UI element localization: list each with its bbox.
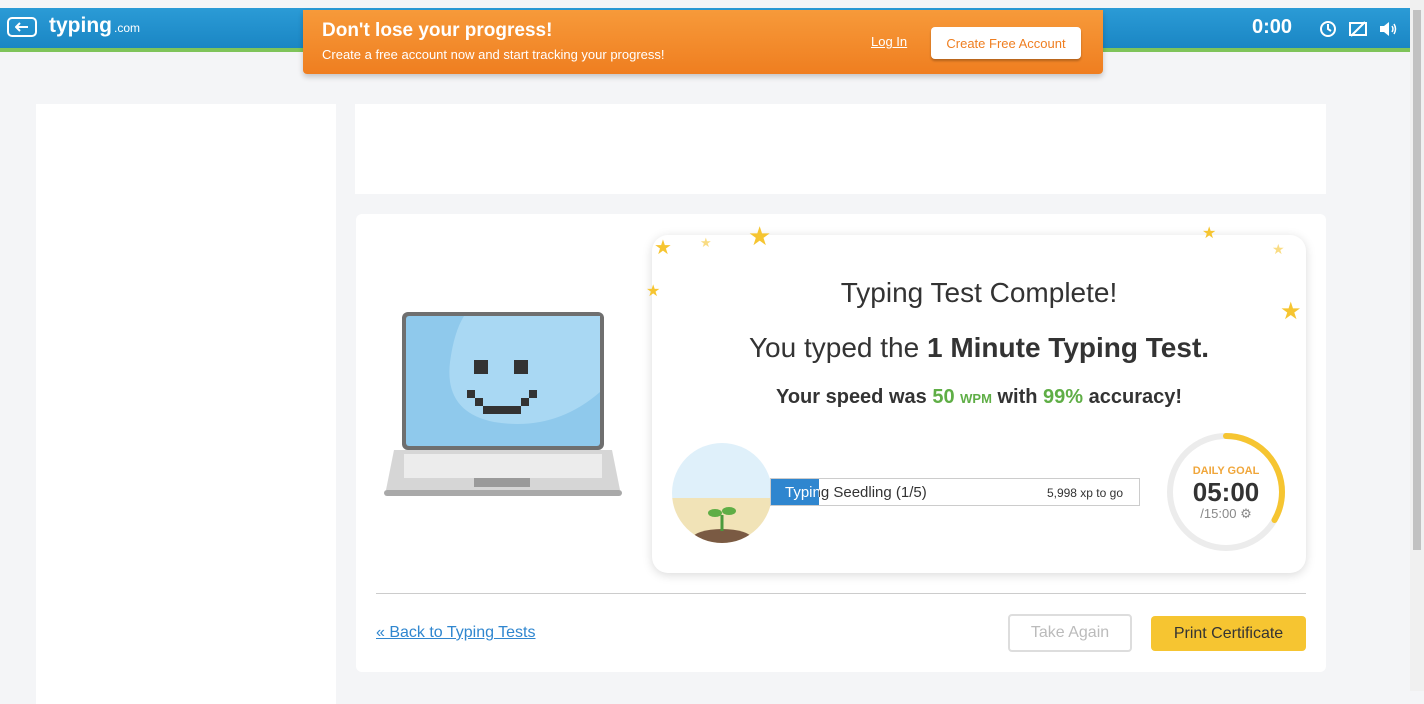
level-label-overlay: Typing Seedling (1/5) <box>785 484 819 501</box>
test-timer: 0:00 <box>1252 16 1293 38</box>
wpm-unit: WPM <box>960 391 992 406</box>
seedling-icon <box>692 507 752 543</box>
xp-progress-bar: Typing Seedling (1/5) Typing Seedling (1… <box>770 478 1140 506</box>
history-icon[interactable] <box>1318 19 1338 39</box>
speed-summary: Your speed was 50 WPM with 99% accuracy! <box>775 386 1183 408</box>
star-icon: ★ <box>748 221 772 251</box>
ad-panel <box>355 104 1326 194</box>
wpm-value: 50 <box>932 386 955 408</box>
settings-gear-icon[interactable]: ⚙ <box>1240 506 1252 521</box>
banner-title: Don't lose your progress! <box>322 20 553 41</box>
sound-icon[interactable] <box>1378 19 1398 39</box>
take-again-button[interactable]: Take Again <box>1008 614 1132 652</box>
banner-subtitle: Create a free account now and start trac… <box>322 47 665 62</box>
daily-goal-label: DAILY GOAL <box>1192 465 1260 477</box>
create-account-button[interactable]: Create Free Account <box>931 27 1081 59</box>
daily-goal-time: 05:00 <box>1192 477 1260 507</box>
xp-to-go: 5,998 xp to go <box>1046 486 1123 500</box>
xp-progress-fill: Typing Seedling (1/5) <box>771 479 819 505</box>
test-name: 1 Minute Typing Test. <box>926 332 1210 363</box>
page-scrollbar[interactable] <box>1410 0 1424 691</box>
divider <box>376 593 1306 594</box>
site-logo[interactable]: typing .com <box>49 14 140 38</box>
scrollbar-thumb[interactable] <box>1413 10 1421 550</box>
hide-visuals-icon[interactable] <box>1348 19 1368 39</box>
results-title: Typing Test Complete! <box>840 277 1118 308</box>
login-link[interactable]: Log In <box>871 34 907 49</box>
star-icon: ★ <box>1272 241 1285 257</box>
back-button[interactable] <box>7 17 37 37</box>
back-to-tests-link[interactable]: « Back to Typing Tests <box>376 624 536 642</box>
star-icon: ★ <box>1202 225 1217 242</box>
accuracy-value: 99% <box>1043 386 1084 408</box>
smiling-laptop-icon <box>384 312 622 496</box>
logo-text: typing <box>49 14 112 37</box>
left-sidebar-panel <box>36 104 336 704</box>
daily-goal-total[interactable]: /15:00 ⚙ <box>1165 506 1287 522</box>
signup-banner: Don't lose your progress! Create a free … <box>303 10 1103 74</box>
seedling-badge <box>672 443 772 543</box>
back-arrow-icon <box>15 22 28 32</box>
results-box: ★ ★ ★ ★ ★ ★ ★ Typing Test Complete! You … <box>646 221 1306 573</box>
star-icon: ★ <box>654 237 672 259</box>
print-certificate-button[interactable]: Print Certificate <box>1151 616 1306 651</box>
logo-suffix: .com <box>114 21 141 35</box>
star-icon: ★ <box>700 235 712 250</box>
test-name-line: You typed the 1 Minute Typing Test. <box>748 332 1210 363</box>
